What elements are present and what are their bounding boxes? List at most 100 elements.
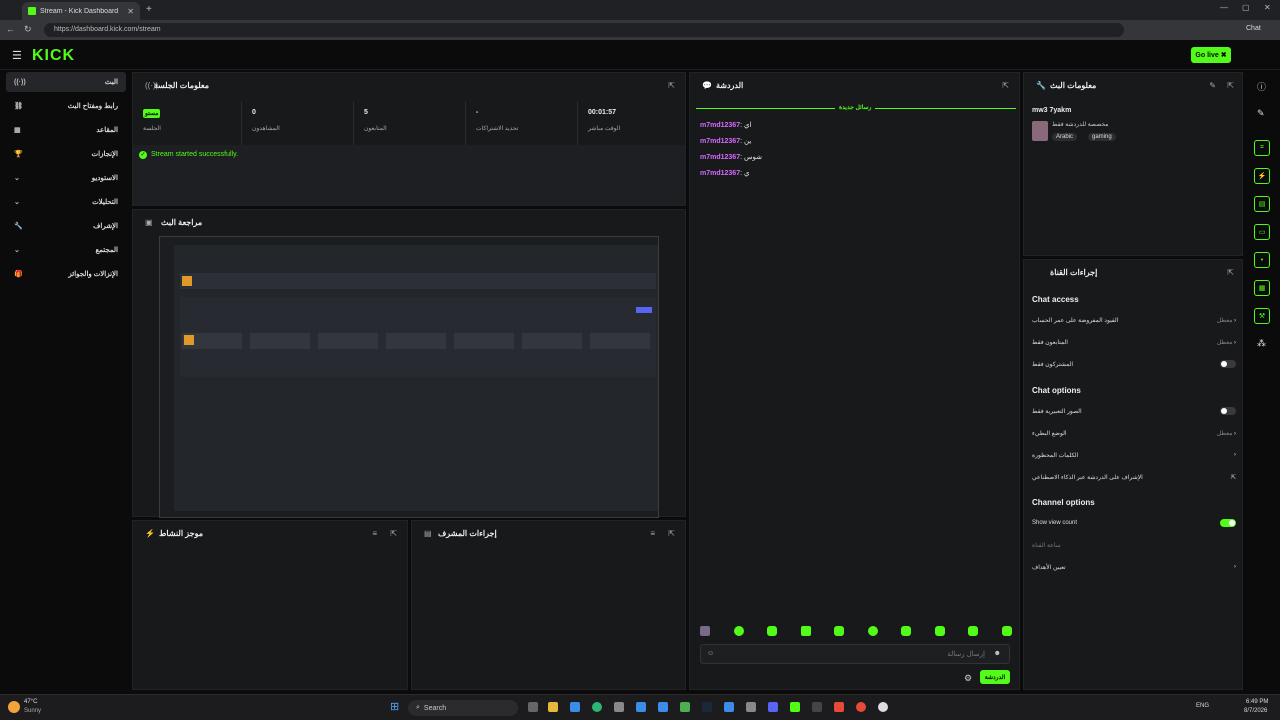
- rail-layout-icon[interactable]: ▦: [1254, 280, 1270, 296]
- windows-start-icon[interactable]: ⊞: [390, 700, 399, 713]
- close-window-icon[interactable]: ✕: [1264, 3, 1271, 12]
- rail-lightning-icon[interactable]: ⚡: [1254, 168, 1270, 184]
- sidebar-item-moderation[interactable]: 🔧 الإشراف: [6, 216, 126, 236]
- popout-icon[interactable]: ⇱: [668, 81, 675, 90]
- edge-icon[interactable]: [592, 702, 602, 712]
- option-slow-mode[interactable]: الوضع البطيء معطل ›: [1032, 425, 1236, 441]
- option-account-age[interactable]: القيود المفروضة على عمر الحساب معطل ›: [1032, 312, 1236, 328]
- rail-broadcast-icon[interactable]: •: [1254, 252, 1270, 268]
- app-icon[interactable]: [614, 702, 624, 712]
- emote-icon[interactable]: [767, 626, 778, 636]
- tag-chip[interactable]: Arabic: [1052, 133, 1078, 141]
- browser-chat-button[interactable]: Chat: [1246, 25, 1261, 32]
- emote-icon[interactable]: [834, 626, 845, 636]
- subscribers-only-toggle[interactable]: [1220, 360, 1236, 368]
- emoji-icon[interactable]: ☺: [707, 650, 714, 657]
- chat-username[interactable]: m7md12367: [700, 122, 740, 129]
- emote-icon[interactable]: [1001, 626, 1012, 636]
- chat-settings-icon[interactable]: ⚙: [964, 673, 972, 684]
- reload-icon[interactable]: ↻: [24, 24, 32, 35]
- sidebar-item-achievements[interactable]: 🏆 الإنجازات: [6, 144, 126, 164]
- rail-document-icon[interactable]: ▤: [1254, 196, 1270, 212]
- app-header: ☰ KICK Go live ✖: [0, 40, 1280, 70]
- app-icon[interactable]: [834, 702, 844, 712]
- file-explorer-icon[interactable]: [548, 702, 558, 712]
- emote-icon[interactable]: [934, 626, 945, 636]
- show-view-count-toggle[interactable]: [1220, 519, 1236, 527]
- steam-icon[interactable]: [702, 702, 712, 712]
- option-emotes-only: الصور التعبيرية فقط: [1032, 403, 1236, 419]
- back-icon[interactable]: ←: [6, 24, 15, 34]
- xbox-icon[interactable]: [680, 702, 690, 712]
- info-icon[interactable]: ⓘ: [1257, 80, 1266, 93]
- send-chat-button[interactable]: الدردشة: [980, 670, 1010, 684]
- chat-username[interactable]: m7md12367: [700, 170, 740, 177]
- kick-icon[interactable]: [790, 702, 800, 712]
- option-followers-only[interactable]: المتابعون فقط معطل ›: [1032, 334, 1236, 350]
- option-set-goals[interactable]: تعيين الأهداف ›: [1032, 559, 1236, 575]
- app-icon[interactable]: [658, 702, 668, 712]
- app-icon[interactable]: [570, 702, 580, 712]
- rail-chat-icon[interactable]: ▭: [1254, 224, 1270, 240]
- emote-icon[interactable]: [800, 626, 811, 636]
- rail-scan-icon[interactable]: ⌗: [1254, 140, 1270, 156]
- pencil-icon[interactable]: ✎: [1257, 108, 1265, 119]
- sidebar-item-stream-key[interactable]: ⛓ رابط ومفتاح البث: [6, 96, 126, 116]
- settings-icon[interactable]: [636, 702, 646, 712]
- chat-username[interactable]: m7md12367: [700, 138, 740, 145]
- popout-icon[interactable]: ⇱: [390, 529, 397, 538]
- emotes-only-toggle[interactable]: [1220, 407, 1236, 415]
- filter-icon[interactable]: ≡: [650, 529, 655, 538]
- go-live-button[interactable]: Go live ✖: [1191, 47, 1231, 63]
- close-tab-icon[interactable]: ✕: [127, 7, 134, 16]
- new-tab-icon[interactable]: +: [146, 4, 152, 15]
- emote-icon[interactable]: [968, 626, 979, 636]
- sidebar-item-community[interactable]: ⌄ المجتمع: [6, 240, 126, 260]
- sidebar-item-analytics[interactable]: ⌄ التحليلات: [6, 192, 126, 212]
- clock-time[interactable]: 6:49 PM: [1246, 699, 1268, 705]
- option-banned-words[interactable]: الكلمات المحظورة ›: [1032, 447, 1236, 463]
- option-ai-moderation[interactable]: الإشراف على الدردشة عبر الذكاء الاصطناعي…: [1032, 469, 1236, 485]
- app-icon[interactable]: [878, 702, 888, 712]
- sidebar-item-seats[interactable]: ▦ المقاعد: [6, 120, 126, 140]
- discord-icon[interactable]: [768, 702, 778, 712]
- emote-picker-icon[interactable]: ☻: [994, 650, 1001, 657]
- popout-icon[interactable]: ⇱: [668, 529, 675, 538]
- url-field[interactable]: https://dashboard.kick.com/stream: [44, 23, 1124, 37]
- maximize-icon[interactable]: ▢: [1242, 3, 1250, 12]
- popout-icon[interactable]: ⇱: [1227, 268, 1234, 277]
- language-indicator[interactable]: ENG: [1196, 703, 1209, 709]
- option-label: الكلمات المحظورة: [1032, 452, 1079, 459]
- chat-username[interactable]: m7md12367: [700, 154, 740, 161]
- option-value: معطل: [1216, 339, 1233, 346]
- app-icon[interactable]: [856, 702, 866, 712]
- rail-wrench-icon[interactable]: ⚒: [1254, 308, 1270, 324]
- sidebar-item-drops[interactable]: 🎁 الإنزالات والجوائز: [6, 264, 126, 284]
- popout-icon[interactable]: ⇱: [1227, 81, 1234, 90]
- edit-icon[interactable]: ✎: [1209, 81, 1216, 90]
- stream-preview-video[interactable]: [159, 236, 659, 518]
- filter-icon[interactable]: ≡: [372, 529, 377, 538]
- wrench-icon: 🔧: [14, 223, 23, 230]
- sidebar-item-stream[interactable]: ((·)) البث: [6, 72, 126, 92]
- app-icon[interactable]: [746, 702, 756, 712]
- task-view-icon[interactable]: [528, 702, 538, 712]
- menu-icon[interactable]: ☰: [12, 49, 22, 62]
- app-icon[interactable]: [724, 702, 734, 712]
- popout-icon[interactable]: ⇱: [1002, 81, 1009, 90]
- taskbar-search[interactable]: ⌕ Search: [408, 700, 518, 716]
- sidebar-item-studio[interactable]: ⌄ الاستوديو: [6, 168, 126, 188]
- kick-logo[interactable]: KICK: [32, 47, 75, 65]
- emote-icon[interactable]: [867, 626, 878, 636]
- minimize-icon[interactable]: —: [1220, 3, 1228, 12]
- emote-icon[interactable]: [901, 626, 912, 636]
- emote-icon[interactable]: [733, 626, 744, 636]
- tag-chip[interactable]: gaming: [1088, 133, 1116, 141]
- browser-tab[interactable]: Stream - Kick Dashboard ✕: [22, 2, 140, 20]
- broadcast-icon: ((·)): [145, 81, 159, 90]
- emote-icon[interactable]: [700, 626, 710, 636]
- obs-icon[interactable]: [812, 702, 822, 712]
- add-widget-icon[interactable]: ⁂: [1257, 338, 1266, 349]
- chat-input-box[interactable]: ☺ إرسال رسالة ☻: [700, 644, 1010, 664]
- clock-date[interactable]: 8/7/2026: [1244, 708, 1267, 714]
